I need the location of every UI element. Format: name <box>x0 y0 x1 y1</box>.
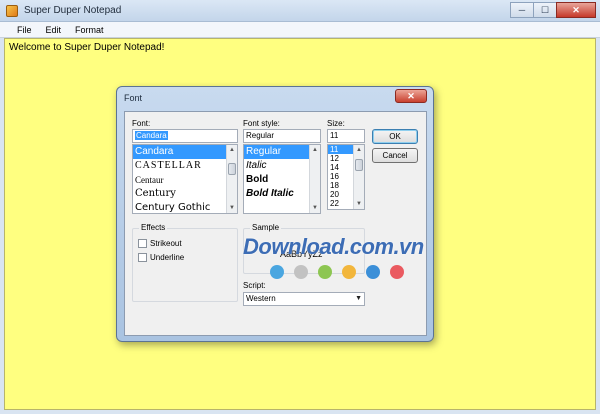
script-label: Script: <box>243 281 266 290</box>
font-name-input[interactable]: Candara <box>132 129 238 143</box>
menu-bar: File Edit Format <box>0 22 600 38</box>
font-list[interactable]: Candara CASTELLAR Centaur Century Centur… <box>132 144 238 214</box>
notepad-app-icon <box>6 5 18 17</box>
scroll-down-icon[interactable]: ▼ <box>310 203 320 213</box>
watermark-dot <box>318 265 332 279</box>
font-style-list[interactable]: Regular Italic Bold Bold Italic ▲ ▼ <box>243 144 321 214</box>
cancel-button[interactable]: Cancel <box>372 148 418 163</box>
close-button[interactable]: ✕ <box>556 2 596 18</box>
font-dialog: Font ✕ Font: Candara Candara CASTELLAR C… <box>116 86 434 342</box>
watermark-dot <box>342 265 356 279</box>
font-style-input[interactable]: Regular <box>243 129 321 143</box>
effects-title: Effects <box>139 223 168 232</box>
watermark-dot <box>390 265 404 279</box>
sample-title: Sample <box>250 223 282 232</box>
menu-format[interactable]: Format <box>68 22 111 37</box>
strikeout-checkbox[interactable] <box>138 239 147 248</box>
watermark-dot <box>366 265 380 279</box>
menu-edit[interactable]: Edit <box>39 22 69 37</box>
font-name-value: Candara <box>135 131 168 140</box>
editor-content: Welcome to Super Duper Notepad! <box>9 42 165 53</box>
font-list-item[interactable]: Candara <box>133 145 237 159</box>
scroll-up-icon[interactable]: ▲ <box>310 145 320 155</box>
font-style-scrollbar[interactable]: ▲ ▼ <box>309 145 320 213</box>
font-list-item[interactable]: Centaur <box>133 173 237 187</box>
scroll-thumb[interactable] <box>228 163 236 175</box>
watermark-text: Download.com.vn <box>243 234 424 259</box>
script-value: Western <box>246 294 276 303</box>
chevron-down-icon: ▼ <box>355 295 362 302</box>
size-list[interactable]: 11 12 14 16 18 20 22 ▲ ▼ <box>327 144 365 210</box>
scroll-up-icon[interactable]: ▲ <box>354 145 364 155</box>
script-select[interactable]: Western ▼ <box>243 292 365 306</box>
ok-button[interactable]: OK <box>372 129 418 144</box>
dialog-body: Font: Candara Candara CASTELLAR Centaur … <box>124 111 427 336</box>
dialog-close-button[interactable]: ✕ <box>395 89 427 103</box>
watermark-dot <box>294 265 308 279</box>
font-style-label: Font style: <box>243 119 280 128</box>
size-list-scrollbar[interactable]: ▲ ▼ <box>353 145 364 209</box>
scroll-down-icon[interactable]: ▼ <box>227 203 237 213</box>
effects-group: Effects <box>132 223 238 302</box>
font-list-scrollbar[interactable]: ▲ ▼ <box>226 145 237 213</box>
font-list-item[interactable]: Century <box>133 187 237 201</box>
font-label: Font: <box>132 119 151 128</box>
size-label: Size: <box>327 119 345 128</box>
title-bar: Super Duper Notepad ─ ☐ ✕ <box>0 0 600 22</box>
size-input[interactable]: 11 <box>327 129 365 143</box>
scroll-down-icon[interactable]: ▼ <box>354 199 364 209</box>
underline-label: Underline <box>150 253 185 262</box>
font-list-item[interactable]: Century Gothic <box>133 201 237 213</box>
strikeout-label: Strikeout <box>150 239 182 248</box>
scroll-up-icon[interactable]: ▲ <box>227 145 237 155</box>
window-title: Super Duper Notepad <box>24 5 122 16</box>
menu-file[interactable]: File <box>10 22 39 37</box>
window-controls: ─ ☐ ✕ <box>510 2 596 18</box>
minimize-button[interactable]: ─ <box>510 2 534 18</box>
maximize-button[interactable]: ☐ <box>533 2 557 18</box>
font-list-item[interactable]: CASTELLAR <box>133 159 237 173</box>
watermark-dot <box>270 265 284 279</box>
underline-checkbox[interactable] <box>138 253 147 262</box>
scroll-thumb[interactable] <box>355 159 363 171</box>
dialog-title: Font <box>124 93 143 103</box>
